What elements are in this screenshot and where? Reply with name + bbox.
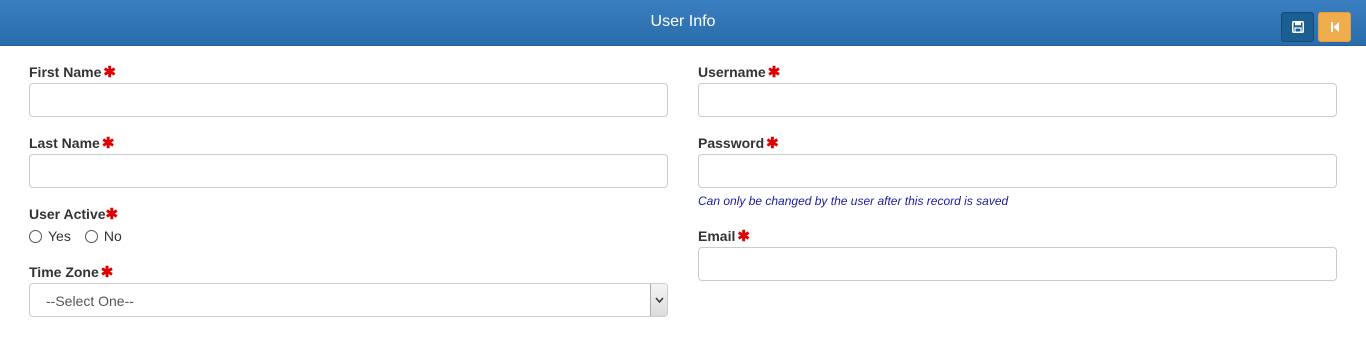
last-name-label: Last Name ✱: [29, 135, 115, 152]
password-hint: Can only be changed by the user after th…: [698, 194, 1009, 208]
required-marker: ✱: [103, 64, 116, 81]
save-button[interactable]: [1281, 12, 1314, 42]
required-marker: ✱: [737, 228, 750, 245]
time-zone-label: Time Zone ✱: [29, 264, 114, 281]
radio-yes[interactable]: [29, 229, 42, 243]
header-bar: User Info: [0, 0, 1366, 46]
back-button[interactable]: [1318, 12, 1351, 42]
page-title: User Info: [650, 13, 716, 30]
user-active-label: User Active✱: [29, 206, 119, 223]
email-label: Email ✱: [698, 228, 750, 245]
username-label: Username ✱: [698, 64, 781, 81]
required-marker: ✱: [101, 135, 115, 152]
required-marker: ✱: [766, 135, 779, 152]
radio-no[interactable]: [84, 229, 98, 243]
required-marker: ✱: [100, 264, 114, 281]
first-name-field[interactable]: [29, 83, 668, 117]
time-zone-selected: --Select One--: [46, 293, 134, 309]
save-icon: [1291, 21, 1304, 33]
chevron-down-icon[interactable]: [650, 284, 667, 316]
user-active-radio-group: Yes No: [29, 228, 136, 244]
time-zone-select[interactable]: --Select One--: [29, 283, 668, 317]
required-marker: ✱: [105, 206, 119, 223]
password-field[interactable]: [698, 154, 1337, 188]
radio-yes-label[interactable]: Yes: [48, 228, 71, 244]
required-marker: ✱: [767, 64, 781, 81]
radio-no-label[interactable]: No: [104, 228, 122, 244]
skip-back-icon: [1330, 22, 1339, 32]
first-name-label: First Name ✱: [29, 64, 116, 81]
last-name-field[interactable]: [29, 154, 668, 188]
email-field[interactable]: [698, 247, 1337, 281]
password-label: Password ✱: [698, 135, 779, 152]
username-field[interactable]: [698, 83, 1337, 117]
